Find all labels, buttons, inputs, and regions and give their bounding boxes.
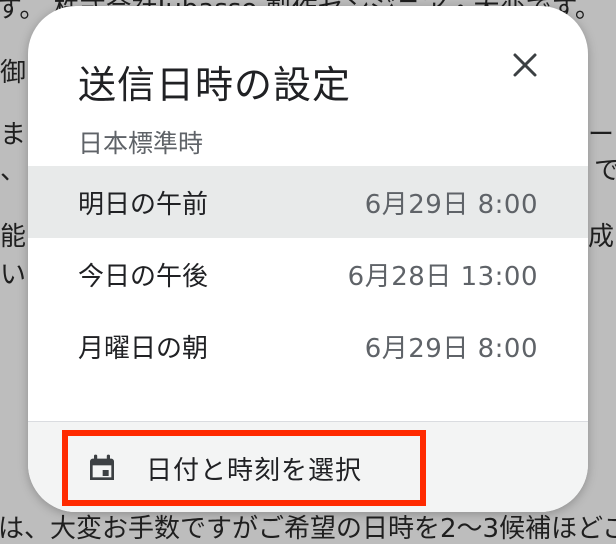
background-text-line: は、大変お手数ですがご希望の日時を2〜3候補ほどご — [0, 514, 616, 544]
option-label: 月曜日の朝 — [78, 333, 209, 364]
timezone-label: 日本標準時 — [78, 129, 204, 158]
pick-date-time-label: 日付と時刻を選択 — [146, 455, 363, 486]
option-this-afternoon[interactable]: 今日の午後 6月28日 13:00 — [28, 238, 588, 310]
option-label: 今日の午後 — [78, 261, 209, 292]
calendar-icon — [90, 454, 114, 480]
pick-date-time-button[interactable]: 日付と時刻を選択 — [62, 430, 426, 506]
background-text-line: ーと — [588, 120, 616, 150]
background-text-line: 成に — [588, 222, 616, 252]
schedule-send-dialog: 送信日時の設定 日本標準時 明日の午前 6月29日 8:00 今日の午後 6月2… — [28, 6, 588, 512]
close-button[interactable] — [502, 42, 548, 88]
dialog-title: 送信日時の設定 — [78, 63, 352, 107]
option-time: 6月28日 13:00 — [347, 261, 538, 292]
background-text-line: 、 — [0, 156, 27, 186]
option-monday-morning[interactable]: 月曜日の朝 6月29日 8:00 — [28, 310, 588, 382]
close-icon — [513, 53, 537, 77]
background-text-line: 能 — [0, 222, 27, 252]
option-time: 6月29日 8:00 — [364, 189, 538, 220]
option-time: 6月29日 8:00 — [364, 333, 538, 364]
option-tomorrow-morning[interactable]: 明日の午前 6月29日 8:00 — [28, 166, 588, 238]
option-label: 明日の午前 — [78, 189, 209, 220]
background-text-line: 御 — [0, 58, 27, 88]
schedule-options-list: 明日の午前 6月29日 8:00 今日の午後 6月28日 13:00 月曜日の朝… — [28, 166, 588, 382]
background-text-line: で — [594, 156, 616, 186]
background-text-line: い — [0, 260, 27, 290]
